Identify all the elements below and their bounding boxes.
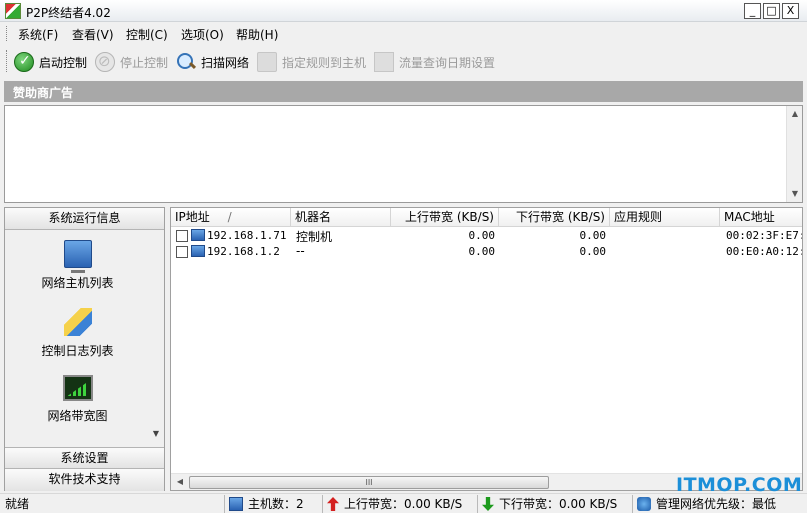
computer-icon xyxy=(191,245,205,257)
stop-control-button[interactable]: 停止控制 xyxy=(95,50,168,74)
stop-control-label: 停止控制 xyxy=(120,55,169,70)
bandwidth-chart-icon xyxy=(62,375,93,401)
scroll-left-icon[interactable]: ◀ xyxy=(172,474,188,490)
title-bar: P2P终结者4.02 _ □ X xyxy=(0,0,807,22)
nav-host-list-label: 网络主机列表 xyxy=(41,276,114,290)
menu-control[interactable]: 控制(C) xyxy=(126,26,168,43)
column-hostname[interactable]: 机器名 xyxy=(291,208,391,227)
nav-control-log[interactable]: 控制日志列表 xyxy=(5,308,150,359)
row-checkbox[interactable] xyxy=(176,246,188,258)
hostname-cell: -- xyxy=(296,244,305,258)
status-download: 下行带宽：0.00 KB/S xyxy=(477,495,632,513)
start-control-button[interactable]: 启动控制 xyxy=(14,50,87,74)
status-priority-label: 管理网络优先级：最低 xyxy=(656,496,777,511)
column-upload[interactable]: 上行带宽 (KB/S) xyxy=(391,208,499,227)
toolbar: 启动控制 停止控制 扫描网络 指定规则到主机 流量查询日期设置 xyxy=(0,45,807,79)
network-icon xyxy=(637,497,651,511)
menu-system[interactable]: 系统(F) xyxy=(18,26,58,43)
computer-icon xyxy=(229,497,243,511)
panel-scroll-down-icon[interactable]: ▼ xyxy=(150,429,162,441)
scroll-thumb[interactable]: III xyxy=(189,476,549,489)
status-hosts: 主机数：2 xyxy=(224,495,322,513)
nav-bandwidth-graph[interactable]: 网络带宽图 xyxy=(5,375,150,424)
download-cell: 0.00 xyxy=(579,229,607,242)
pencil-icon xyxy=(63,308,92,336)
column-ip-label: IP地址 xyxy=(175,210,210,224)
mac-cell: 00:02:3F:E7:C xyxy=(726,229,802,242)
app-icon xyxy=(5,3,21,19)
stop-icon xyxy=(95,52,115,72)
upload-cell: 0.00 xyxy=(468,245,496,258)
assign-rule-label: 指定规则到主机 xyxy=(282,55,367,70)
nav-bandwidth-graph-label: 网络带宽图 xyxy=(47,409,108,423)
host-list-panel: IP地址 / 机器名 上行带宽 (KB/S) 下行带宽 (KB/S) 应用规则 … xyxy=(170,207,803,491)
status-upload: 上行带宽：0.00 KB/S xyxy=(322,495,477,513)
arrow-up-icon xyxy=(327,497,339,511)
computer-icon xyxy=(191,229,205,241)
hostname-cell: 控制机 xyxy=(296,230,333,244)
magnifier-icon xyxy=(176,52,196,72)
rule-icon xyxy=(257,52,277,72)
download-cell: 0.00 xyxy=(579,245,607,258)
close-button[interactable]: X xyxy=(782,3,799,19)
table-row[interactable]: 192.168.1.71 控制机 0.00 0.00 00:02:3F:E7:C xyxy=(171,228,802,244)
maximize-button[interactable]: □ xyxy=(763,3,780,19)
assign-rule-button[interactable]: 指定规则到主机 xyxy=(257,50,366,74)
upload-cell: 0.00 xyxy=(468,229,496,242)
check-icon xyxy=(14,52,34,72)
window-title: P2P终结者4.02 xyxy=(26,6,111,20)
scan-network-label: 扫描网络 xyxy=(201,55,250,70)
nav-control-log-label: 控制日志列表 xyxy=(41,344,114,358)
tech-support-header[interactable]: 软件技术支持 xyxy=(5,469,164,491)
menu-options[interactable]: 选项(O) xyxy=(181,26,224,43)
column-mac[interactable]: MAC地址 xyxy=(720,208,802,227)
nav-host-list[interactable]: 网络主机列表 xyxy=(5,240,150,291)
sort-icon: / xyxy=(227,210,232,224)
ip-cell: 192.168.1.2 xyxy=(207,245,280,258)
menu-bar: 系统(F) 查看(V) 控制(C) 选项(O) 帮助(H) xyxy=(0,22,807,45)
start-control-label: 启动控制 xyxy=(39,55,88,70)
column-rule[interactable]: 应用规则 xyxy=(610,208,720,227)
system-info-header[interactable]: 系统运行信息 xyxy=(5,208,164,230)
status-priority: 管理网络优先级：最低 xyxy=(632,495,807,513)
menu-grip xyxy=(6,26,9,41)
menu-view[interactable]: 查看(V) xyxy=(72,26,114,43)
mac-cell: 00:E0:A0:12:C xyxy=(726,245,802,258)
column-ip[interactable]: IP地址 / xyxy=(171,208,291,227)
table-row[interactable]: 192.168.1.2 -- 0.00 0.00 00:E0:A0:12:C xyxy=(171,244,802,260)
sponsor-header: 赞助商广告 xyxy=(4,81,803,102)
ad-scrollbar[interactable]: ▲ ▼ xyxy=(786,106,802,202)
traffic-query-button[interactable]: 流量查询日期设置 xyxy=(374,50,495,74)
watermark: ITMOP.COM xyxy=(676,474,803,496)
arrow-down-icon xyxy=(482,497,494,511)
traffic-icon xyxy=(374,52,394,72)
status-ready: 就绪 xyxy=(5,496,30,511)
column-download[interactable]: 下行带宽 (KB/S) xyxy=(499,208,610,227)
scan-network-button[interactable]: 扫描网络 xyxy=(176,50,249,74)
minimize-button[interactable]: _ xyxy=(744,3,761,19)
ip-cell: 192.168.1.71 xyxy=(207,229,287,242)
scroll-up-icon[interactable]: ▲ xyxy=(787,106,803,122)
ad-area: ▲ ▼ xyxy=(4,105,803,203)
status-download-label: 下行带宽：0.00 KB/S xyxy=(499,496,618,511)
status-hosts-label: 主机数：2 xyxy=(248,496,304,511)
traffic-query-label: 流量查询日期设置 xyxy=(399,55,496,70)
left-nav-panel: 系统运行信息 网络主机列表 控制日志列表 网络带宽图 ▼ 系统设置 软件技术支持 xyxy=(4,207,165,491)
menu-help[interactable]: 帮助(H) xyxy=(236,26,278,43)
status-upload-label: 上行带宽：0.00 KB/S xyxy=(344,496,463,511)
toolbar-grip xyxy=(6,50,9,72)
row-checkbox[interactable] xyxy=(176,230,188,242)
computer-icon xyxy=(63,240,92,273)
status-bar: 就绪 主机数：2 上行带宽：0.00 KB/S 下行带宽：0.00 KB/S 管… xyxy=(0,493,807,513)
system-settings-header[interactable]: 系统设置 xyxy=(5,447,164,469)
scroll-down-icon[interactable]: ▼ xyxy=(787,186,803,202)
